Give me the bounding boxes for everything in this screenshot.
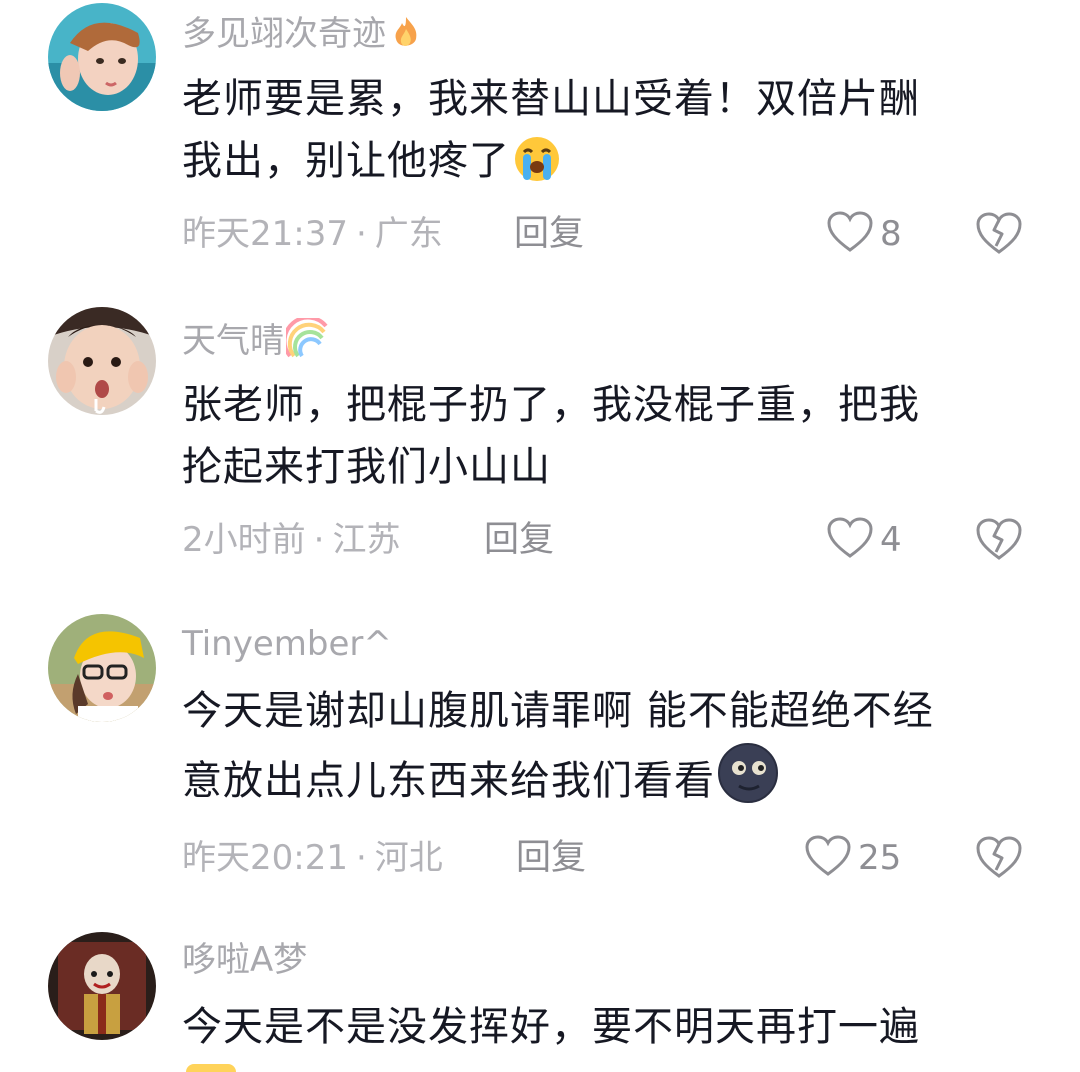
heart-icon [804,834,852,882]
like-button[interactable]: 8 [826,210,902,258]
comment-item: 多见翊次奇迹 老师要是累，我来替山山受着！双倍片酬 我出，别让他疼了 昨天21:… [0,0,1080,290]
comment-text-line: 抡起来打我们小山山 [182,444,551,490]
reply-button[interactable]: 回复 [514,214,584,254]
like-count: 8 [880,214,902,254]
broken-heart-icon [974,836,1024,884]
heart-icon [826,210,874,258]
comment-username[interactable]: 多见翊次奇迹 [182,14,424,60]
like-count: 25 [858,838,902,878]
new-moon-face-icon [717,742,779,822]
comment-location: 河北 [374,838,443,878]
comment-username[interactable]: 天气晴 [182,315,330,367]
reply-button[interactable]: 回复 [516,838,586,878]
fire-icon [388,15,424,60]
like-count: 4 [880,520,902,560]
avatar[interactable] [48,3,156,111]
comment-item: Tinyember^ 今天是谢却山腹肌请罪啊 能不能超绝不经 意放出点儿东西来给… [0,600,1080,920]
comment-text-line: 今天是谢却山腹肌请罪啊 能不能超绝不经 [182,688,934,734]
broken-heart-icon [974,212,1024,260]
comment-location: 广东 [374,214,443,254]
comment-item: 哆啦A梦 今天是不是没发挥好，要不明天再打一遍 [0,920,1080,1072]
comment-location: 江苏 [332,520,401,560]
comment-text-line: 意放出点儿东西来给我们看看 [182,742,1012,822]
reply-button[interactable]: 回复 [484,520,554,560]
comment-text: 今天是谢却山腹肌请罪啊 能不能超绝不经 意放出点儿东西来给我们看看 [182,680,1012,822]
comment-meta: 2小时前 · 江苏 [182,520,400,560]
separator-dot: · [313,520,325,560]
comment-item: 天气晴 张老师，把棍子扔了，我没棍子重，把我 抡起来打我们小山山 2小时前 · 江苏… [0,290,1080,600]
comment-meta: 昨天21:37 · 广东 [182,214,443,254]
avatar[interactable] [48,307,156,415]
rainbow-icon [282,315,330,367]
comment-text-line: 我出，别让他疼了 [182,130,1012,202]
avatar[interactable] [48,614,156,722]
avatar[interactable] [48,932,156,1040]
comment-text-line: 张老师，把棍子扔了，我没棍子重，把我 [182,382,920,428]
comment-time: 昨天21:37 [182,214,348,254]
heart-icon [826,516,874,564]
dislike-button[interactable] [974,210,1024,258]
dislike-button[interactable] [974,834,1024,882]
comment-username[interactable]: 哆啦A梦 [182,940,307,980]
comment-text-line: 今天是不是没发挥好，要不明天再打一遍 [182,1004,920,1050]
comment-text: 今天是不是没发挥好，要不明天再打一遍 [182,996,1012,1058]
comment-text: 老师要是累，我来替山山受着！双倍片酬 我出，别让他疼了 [182,68,1012,202]
comment-time: 昨天20:21 [182,838,348,878]
broken-heart-icon [974,518,1024,566]
dislike-button[interactable] [974,516,1024,564]
separator-dot: · [355,214,367,254]
comment-time: 2小时前 [182,520,306,560]
comment-text-line: 老师要是累，我来替山山受着！双倍片酬 [182,76,920,122]
separator-dot: · [355,838,367,878]
comment-username[interactable]: Tinyember^ [182,624,392,664]
loudly-crying-face-icon [512,134,562,202]
like-button[interactable]: 25 [804,834,901,882]
comment-meta: 昨天20:21 · 河北 [182,838,443,878]
comment-text: 张老师，把棍子扔了，我没棍子重，把我 抡起来打我们小山山 [182,374,1012,498]
like-button[interactable]: 4 [826,516,902,564]
